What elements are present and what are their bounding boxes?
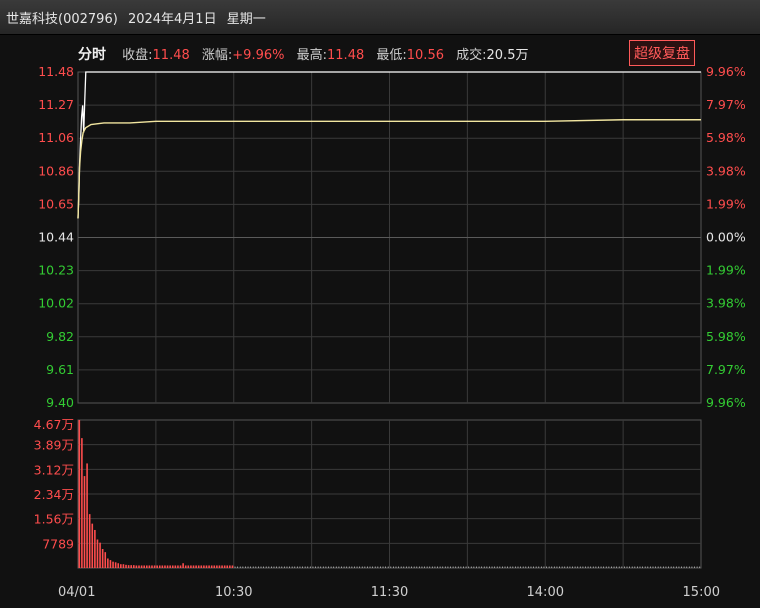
pct-tick-label: 5.98% (706, 329, 746, 344)
pct-tick-label: 5.98% (706, 130, 746, 145)
price-tick-label: 9.61 (46, 362, 74, 377)
price-tick-label: 10.02 (38, 296, 74, 311)
pct-tick-label: 3.98% (706, 296, 746, 311)
pct-tick-label: 7.97% (706, 97, 746, 112)
price-tick-label: 11.48 (38, 64, 74, 79)
volume-tick-label: 3.12万 (34, 462, 74, 477)
pct-tick-label: 0.00% (706, 230, 746, 245)
time-tick-label: 11:30 (371, 585, 408, 600)
pct-tick-label: 3.98% (706, 163, 746, 178)
price-tick-label: 9.40 (46, 395, 74, 410)
price-tick-label: 9.82 (46, 329, 74, 344)
pct-tick-label: 9.96% (706, 64, 746, 79)
price-tick-label: 10.86 (38, 163, 74, 178)
volume-tick-label: 2.34万 (34, 487, 74, 502)
price-tick-label: 11.27 (38, 97, 74, 112)
pct-tick-label: 1.99% (706, 263, 746, 278)
volume-tick-label: 3.89万 (34, 438, 74, 453)
pct-tick-label: 1.99% (706, 196, 746, 211)
time-tick-label: 04/01 (58, 585, 95, 600)
volume-tick-label: 4.67万 (34, 417, 74, 432)
intraday-chart: 11.48 9.96% 11.27 7.97% 11.06 5.98% 10.86 3.98%… (34, 64, 746, 600)
pct-tick-label: 9.96% (706, 395, 746, 410)
time-tick-label: 14:00 (527, 585, 564, 600)
time-tick-label: 10:30 (215, 585, 252, 600)
price-tick-label: 10.44 (38, 230, 74, 245)
volume-tick-label: 7789 (42, 536, 74, 551)
volume-tick-label: 1.56万 (34, 512, 74, 527)
price-tick-label: 11.06 (38, 130, 74, 145)
price-tick-label: 10.65 (38, 196, 74, 211)
pct-tick-label: 7.97% (706, 362, 746, 377)
price-tick-label: 10.23 (38, 263, 74, 278)
time-tick-label: 15:00 (683, 585, 720, 600)
